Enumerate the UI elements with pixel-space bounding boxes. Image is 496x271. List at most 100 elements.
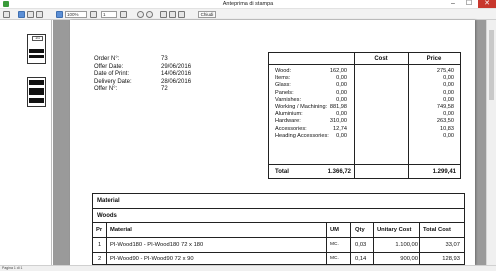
unitary-cost-column-header: Unitary Cost [377, 227, 412, 233]
offer-number-row: Offer N°: 72 [94, 86, 214, 94]
scrollbar-thumb[interactable] [489, 30, 494, 100]
next-page-icon[interactable] [120, 11, 127, 18]
price-column-header: Price [426, 56, 442, 62]
row-qty: 0,14 [355, 256, 367, 262]
cost-row: Varnishes: 0,00 0,00 [275, 97, 458, 104]
row-pr: 1 [98, 242, 102, 248]
pr-column-header: Pr [96, 227, 103, 233]
cost-row-label: Aluminium: [275, 111, 303, 118]
price-value: 0,00 [443, 82, 454, 89]
cost-row: Working / Machining: 881,98 749,58 [275, 104, 458, 111]
info-value: 73 [161, 56, 168, 62]
material-column-header: Material [110, 227, 132, 233]
thumbnail-page-label: 1/1 [32, 36, 43, 41]
column-divider [106, 223, 107, 266]
layout-one-icon[interactable] [160, 11, 167, 18]
material-group-title: Woods [97, 213, 117, 219]
cost-row: Hardware: 310,00 263,50 [275, 118, 458, 125]
page-thumbnail-2[interactable] [27, 77, 46, 107]
price-value: 0,00 [443, 132, 454, 139]
vertical-scrollbar[interactable] [486, 20, 496, 265]
um-column-header: UM [330, 227, 340, 233]
material-header-row: Pr Material UM Qty Unitary Cost Total Co… [93, 223, 464, 238]
row-unitary-cost: 1.100,00 [395, 242, 418, 248]
delivery-date-row: Delivery Date: 28/06/2016 [94, 79, 214, 87]
cost-row: Accessories: 12,74 10,83 [275, 126, 458, 133]
cost-total-row: Total 1.366,72 1.299,41 [269, 164, 460, 178]
column-divider [419, 223, 420, 266]
status-text: Pagina 1 di 1 [2, 266, 23, 270]
row-unitary-cost: 900,00 [400, 256, 418, 262]
print-page: Order N°: 73 Offer Date: 29/06/2016 Date… [70, 20, 475, 266]
cost-value: 0,00 [336, 111, 347, 118]
row-um: MC. [330, 242, 339, 247]
cost-row-label: Working / Machining: [275, 104, 328, 110]
total-label: Total [275, 169, 289, 175]
cost-value: 0,00 [336, 132, 347, 139]
first-page-icon[interactable] [18, 11, 25, 18]
total-cost-value: 1.366,72 [327, 169, 351, 175]
info-label: Date of Print: [94, 71, 130, 78]
cost-row-label: Heading Accessories: [275, 132, 329, 139]
layout-four-icon[interactable] [178, 11, 185, 18]
price-value: 0,00 [443, 111, 454, 118]
thumbnail-block [29, 49, 44, 53]
row-qty: 0,03 [355, 242, 367, 248]
print-icon[interactable] [3, 11, 10, 18]
cost-row-label: Hardware: [275, 118, 301, 125]
cost-row-label: Accessories: [275, 125, 307, 132]
row-pr: 2 [98, 256, 102, 262]
column-divider [326, 223, 327, 266]
page-number-input[interactable]: 1 [101, 11, 117, 18]
zoom-in-icon[interactable] [146, 11, 153, 18]
row-material: PI-Wood90 - PI-Wood90 72 x 90 [110, 256, 194, 262]
cost-row: Wood: 162,00 275,40 [275, 68, 458, 75]
maximize-button[interactable]: ☐ [462, 0, 476, 8]
window-title: Anteprima di stampa [222, 1, 274, 7]
status-bar: Pagina 1 di 1 [0, 265, 496, 271]
cost-value: 881,98 [329, 104, 347, 110]
thumbnail-sidebar: 1/1 [0, 20, 52, 265]
cost-row: Panels: 0,00 0,00 [275, 90, 458, 97]
cost-value: 12,74 [333, 125, 347, 132]
cost-row-label: Items: [275, 75, 291, 82]
cost-column-header: Cost [374, 56, 388, 62]
single-page-icon[interactable] [27, 11, 34, 18]
print-date-row: Date of Print: 14/06/2016 [94, 71, 214, 79]
toolbar: 100% 1 Chiudi [0, 9, 496, 20]
cost-row-label: Wood: [275, 68, 292, 74]
cost-row: Aluminium: 0,00 0,00 [275, 111, 458, 118]
price-value: 263,50 [436, 118, 454, 125]
cost-value: 162,00 [329, 68, 347, 74]
qty-column-header: Qty [355, 227, 365, 233]
thumbnail-block [29, 55, 44, 58]
info-value: 29/06/2016 [161, 63, 192, 70]
cost-value: 0,00 [336, 96, 347, 103]
zoom-out-icon[interactable] [137, 11, 144, 18]
cost-row: Glass: 0,00 0,00 [275, 82, 458, 89]
cost-value: 0,00 [336, 89, 347, 96]
material-group-row: Woods [93, 209, 464, 223]
zoom-icon[interactable] [56, 11, 63, 18]
order-info: Order N°: 73 Offer Date: 29/06/2016 Date… [94, 56, 214, 94]
close-window-button[interactable]: ✕ [478, 0, 496, 8]
price-value: 749,58 [436, 104, 454, 110]
info-value: 14/06/2016 [161, 71, 192, 78]
info-value: 28/06/2016 [161, 78, 192, 85]
thumbnail-block [29, 88, 44, 95]
close-preview-button[interactable]: Chiudi [198, 11, 216, 18]
offer-date-row: Offer Date: 29/06/2016 [94, 64, 214, 72]
cost-value: 310,00 [329, 118, 347, 125]
order-number-row: Order N°: 73 [94, 56, 214, 64]
previous-page-icon[interactable] [90, 11, 97, 18]
price-value: 0,00 [443, 96, 454, 103]
material-title: Material [97, 198, 120, 204]
column-divider [373, 223, 374, 266]
two-pages-icon[interactable] [36, 11, 43, 18]
minimize-button[interactable]: – [446, 0, 460, 8]
layout-two-icon[interactable] [169, 11, 176, 18]
info-value: 72 [161, 86, 168, 93]
info-label: Offer N°: [94, 86, 118, 93]
price-value: 275,40 [436, 68, 454, 74]
zoom-input[interactable]: 100% [65, 11, 87, 18]
